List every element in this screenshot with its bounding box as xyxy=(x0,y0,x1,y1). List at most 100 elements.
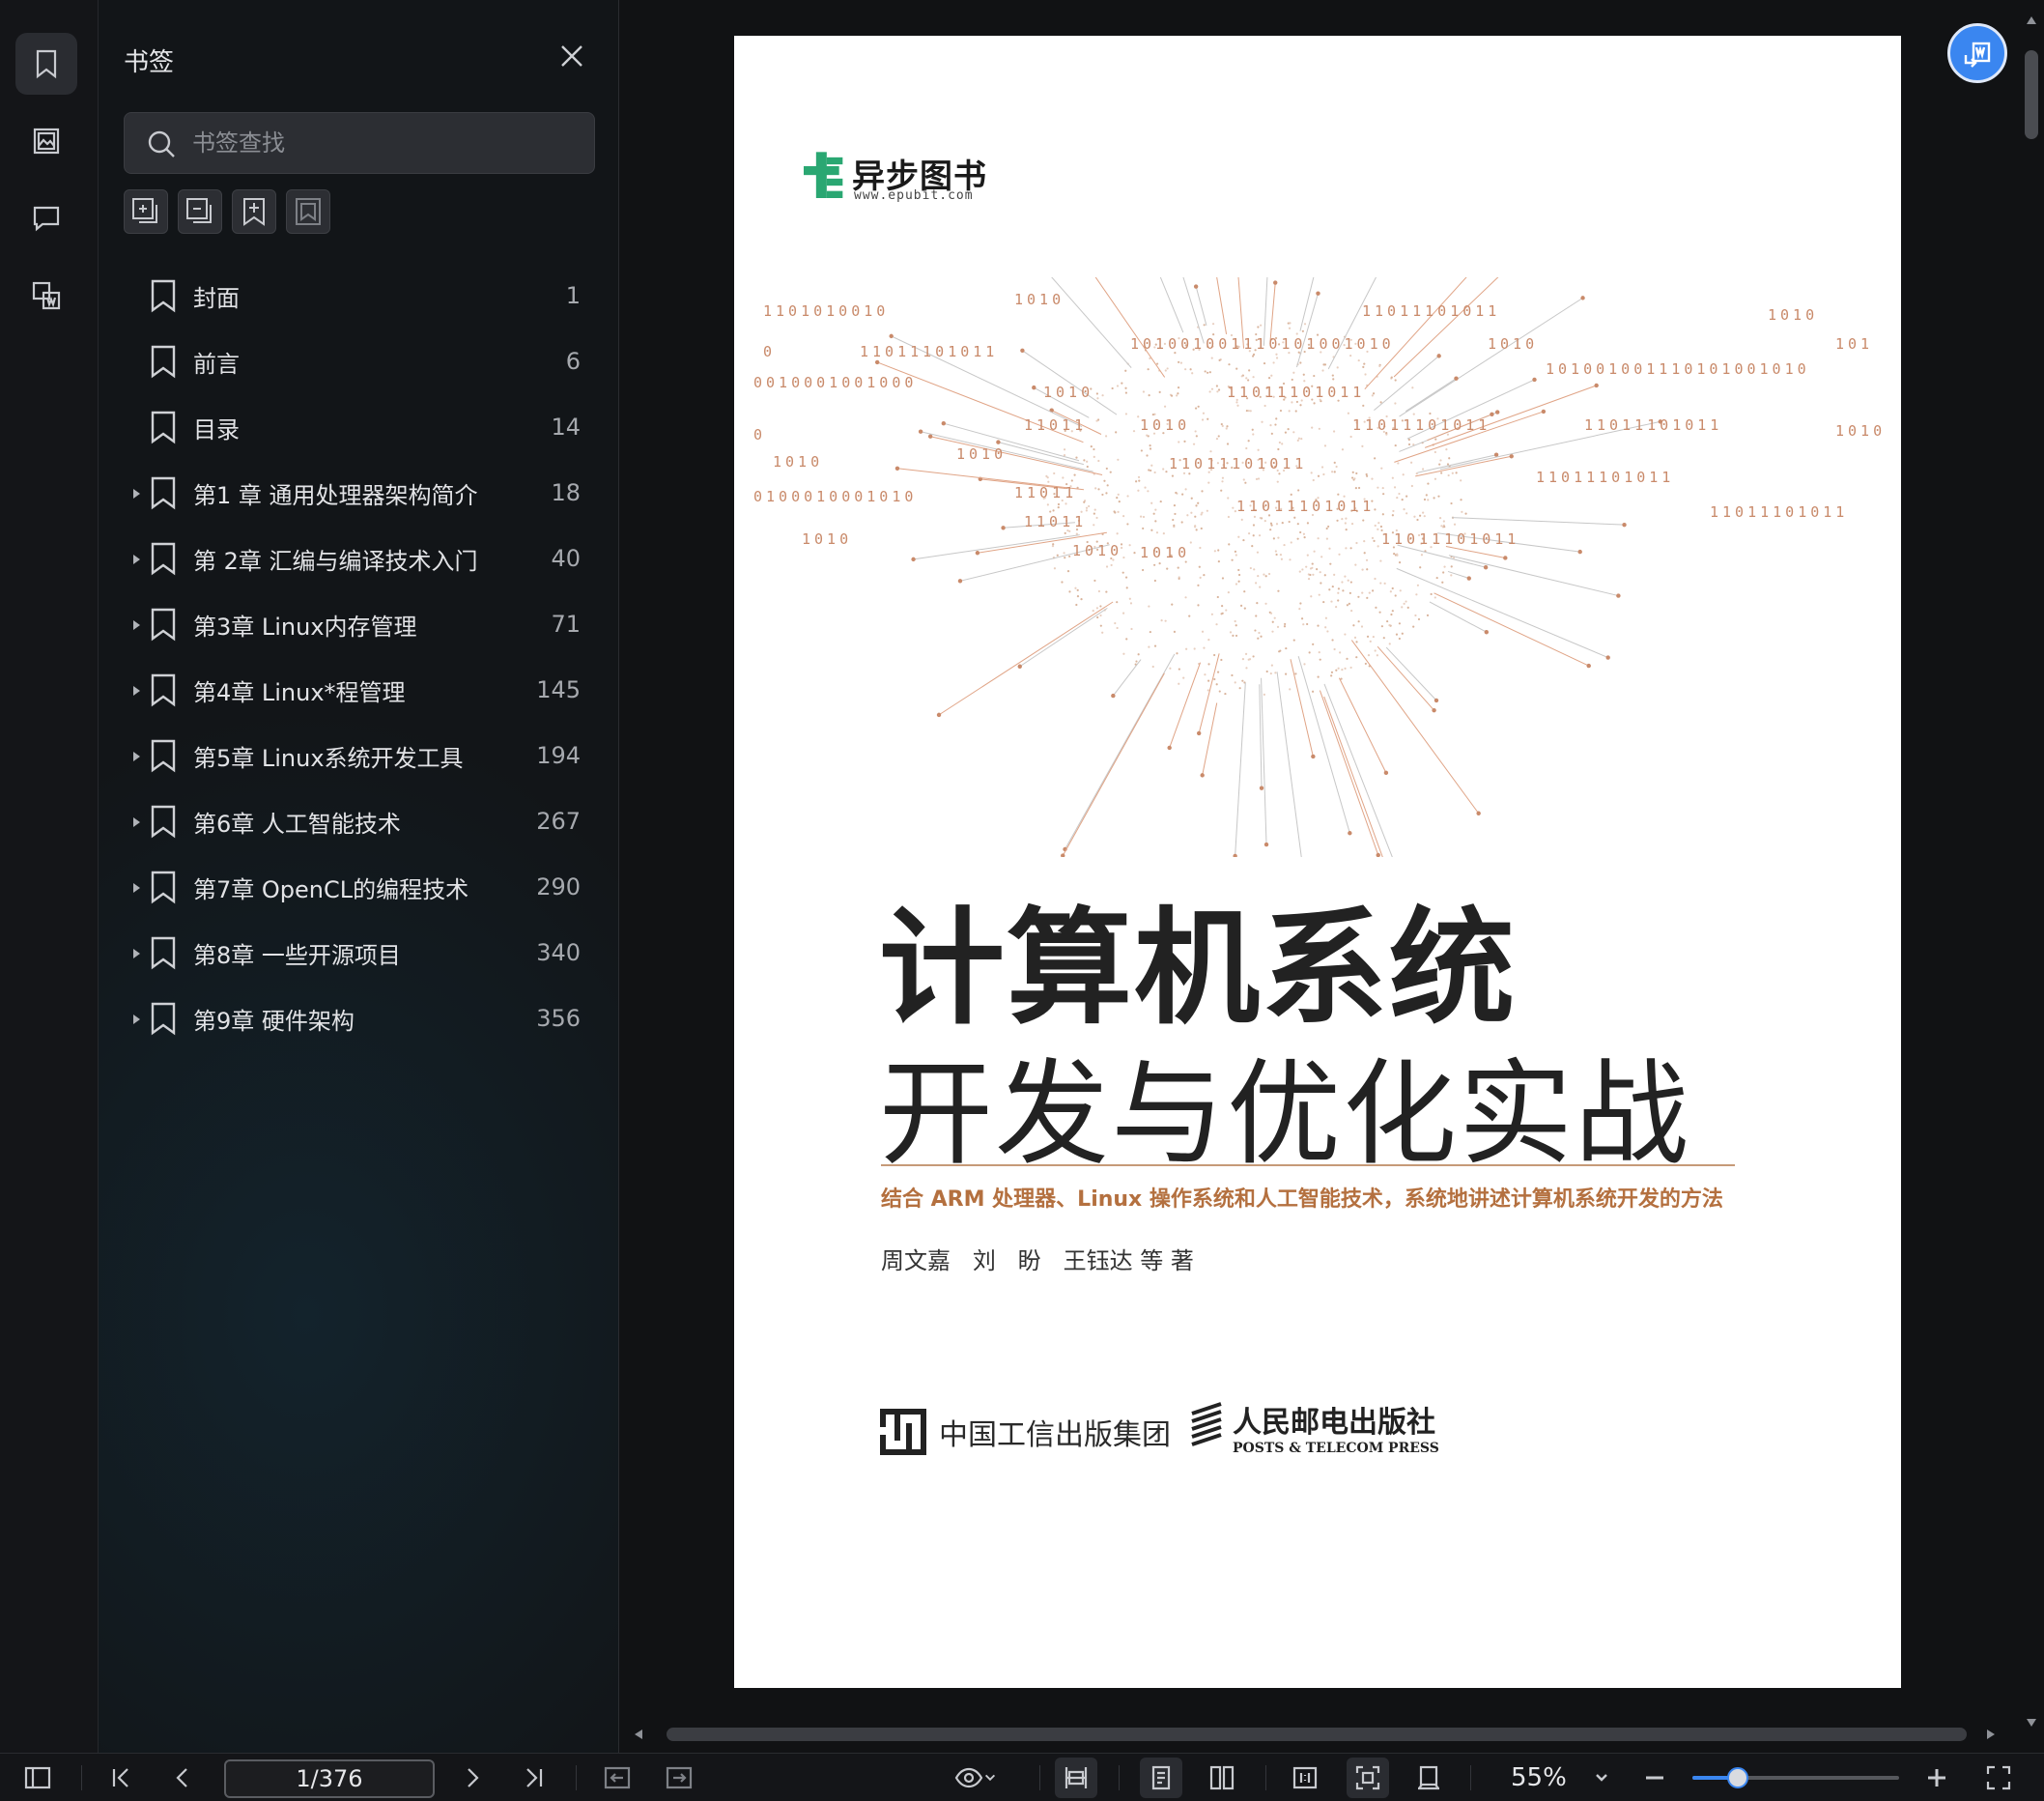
last-page-button[interactable] xyxy=(518,1761,551,1794)
binary-text: 11011 xyxy=(1024,416,1087,434)
expand-arrow-icon[interactable] xyxy=(129,486,143,500)
zoom-slider[interactable] xyxy=(1692,1767,1899,1788)
epubit-logo-icon xyxy=(804,152,843,198)
bookmark-label: 第8章 一些开源项目 xyxy=(193,941,401,969)
pdf-page: 异步图书 www.epubit.com 1101010010 1010 110111… xyxy=(734,36,1901,1688)
bookmark-item[interactable]: 前言 6 xyxy=(99,329,619,394)
expand-arrow-icon[interactable] xyxy=(129,946,143,959)
collapse-all-icon xyxy=(186,198,212,223)
previous-page-button[interactable] xyxy=(166,1761,199,1794)
toolbar-separator xyxy=(1265,1765,1266,1790)
binary-text: 11011101011 xyxy=(1169,455,1307,472)
vertical-scroll-thumb[interactable] xyxy=(2025,50,2038,139)
expand-all-button[interactable] xyxy=(124,189,168,234)
panel-title: 书签 xyxy=(124,48,175,77)
single-page-button[interactable] xyxy=(1140,1758,1182,1798)
title-divider xyxy=(881,1164,1735,1166)
minus-icon xyxy=(1646,1776,1663,1780)
horizontal-scrollbar[interactable] xyxy=(620,1722,2019,1747)
expand-arrow-icon[interactable] xyxy=(129,1012,143,1025)
actual-size-button[interactable] xyxy=(1289,1761,1321,1794)
expand-arrow-icon[interactable] xyxy=(129,749,143,762)
bookmark-page-number: 267 xyxy=(536,808,581,835)
horizontal-scroll-thumb[interactable] xyxy=(667,1728,1967,1741)
bookmark-item[interactable]: 封面 1 xyxy=(99,263,619,329)
fit-page-button[interactable] xyxy=(1347,1758,1389,1798)
binary-text: 1010 xyxy=(1072,542,1122,559)
go-forward-button[interactable] xyxy=(663,1761,696,1794)
document-view[interactable]: 异步图书 www.epubit.com 1101010010 1010 110111… xyxy=(620,0,2044,1753)
expand-arrow-icon[interactable] xyxy=(129,617,143,631)
close-icon xyxy=(561,45,582,67)
zoom-out-button[interactable] xyxy=(1638,1761,1671,1794)
single-page-icon xyxy=(1151,1765,1171,1790)
scroll-right-arrow[interactable] xyxy=(1984,1728,1998,1741)
expand-arrow-icon[interactable] xyxy=(129,815,143,828)
zoom-level-value: 55% xyxy=(1511,1763,1567,1792)
collapse-all-button[interactable] xyxy=(178,189,222,234)
bookmark-label: 第4章 Linux*程管理 xyxy=(193,678,406,706)
bottom-toolbar: 55% xyxy=(0,1753,2044,1801)
bookmark-page-number: 194 xyxy=(536,742,581,769)
chevron-right-icon xyxy=(468,1768,479,1787)
bookmarks-rail-button[interactable] xyxy=(15,33,77,95)
binary-text: 11011 xyxy=(1014,484,1077,501)
binary-text: 11011101011 xyxy=(1584,416,1722,434)
bookmark-label: 目录 xyxy=(193,415,240,443)
bookmark-item[interactable]: 第 2章 汇编与编译技术入门 40 xyxy=(99,526,619,591)
zoom-in-button[interactable] xyxy=(1920,1761,1953,1794)
bookmark-item[interactable]: 第5章 Linux系统开发工具 194 xyxy=(99,723,619,788)
rotate-icon xyxy=(1418,1765,1439,1790)
fullscreen-button[interactable] xyxy=(1982,1761,2015,1794)
go-back-button[interactable] xyxy=(601,1761,634,1794)
bookmark-item[interactable]: 第3章 Linux内存管理 71 xyxy=(99,591,619,657)
scroll-left-arrow[interactable] xyxy=(632,1728,645,1741)
actual-size-icon xyxy=(1292,1766,1318,1789)
zoom-level-select[interactable]: 55% xyxy=(1488,1761,1619,1794)
toolbar-separator xyxy=(1039,1765,1040,1790)
scroll-down-arrow[interactable] xyxy=(2025,1716,2038,1730)
bookmark-page-number: 356 xyxy=(536,1005,581,1032)
vertical-scrollbar[interactable] xyxy=(2019,0,2044,1753)
bookmark-item[interactable]: 第7章 OpenCL的编程技术 290 xyxy=(99,854,619,920)
binary-text: 11011101011 xyxy=(1710,503,1848,521)
expand-arrow-icon[interactable] xyxy=(129,552,143,565)
binary-text: 11011 xyxy=(1024,513,1087,530)
remove-bookmark-button[interactable] xyxy=(286,189,330,234)
close-panel-button[interactable] xyxy=(558,43,585,70)
page-number-input[interactable] xyxy=(224,1759,435,1798)
bookmark-label: 第 2章 汇编与编译技术入门 xyxy=(193,547,478,575)
bookmark-page-number: 290 xyxy=(536,873,581,900)
bookmark-list: 封面 1 前言 6 目录 14 第1 章 通用处理器架构简介 18 第 2章 汇编与编译技术入门… xyxy=(99,263,619,1051)
bookmark-item[interactable]: 目录 14 xyxy=(99,394,619,460)
expand-arrow-icon[interactable] xyxy=(129,880,143,894)
bookmark-page-number: 1 xyxy=(565,282,581,309)
next-page-button[interactable] xyxy=(456,1761,489,1794)
bookmark-item[interactable]: 第4章 Linux*程管理 145 xyxy=(99,657,619,723)
zoom-slider-handle[interactable] xyxy=(1727,1767,1749,1788)
scroll-up-arrow[interactable] xyxy=(2025,14,2038,27)
toggle-sidebar-button[interactable] xyxy=(21,1761,54,1794)
floating-convert-button[interactable] xyxy=(1947,23,2007,83)
expand-arrow-icon[interactable] xyxy=(129,683,143,697)
binary-text: 1010 xyxy=(1014,291,1065,308)
binary-text: 0010001001000 xyxy=(753,374,917,391)
convert-to-word-icon xyxy=(1964,42,1991,68)
rotate-button[interactable] xyxy=(1412,1761,1445,1794)
double-page-button[interactable] xyxy=(1206,1761,1238,1794)
thumbnails-rail-button[interactable] xyxy=(15,110,77,172)
view-mode-dropdown[interactable] xyxy=(951,1761,1001,1794)
bookmark-item[interactable]: 第6章 人工智能技术 267 xyxy=(99,788,619,854)
add-bookmark-button[interactable] xyxy=(232,189,276,234)
first-page-button[interactable] xyxy=(104,1761,137,1794)
bookmark-icon xyxy=(149,607,178,642)
binary-text: 1010 xyxy=(956,445,1007,463)
fit-width-button[interactable] xyxy=(1055,1758,1097,1798)
comments-rail-button[interactable] xyxy=(15,187,77,249)
bookmark-item[interactable]: 第9章 硬件架构 356 xyxy=(99,986,619,1051)
bookmark-icon xyxy=(149,672,178,707)
bookmark-item[interactable]: 第1 章 通用处理器架构简介 18 xyxy=(99,460,619,526)
convert-rail-button[interactable] xyxy=(15,265,77,327)
bookmark-item[interactable]: 第8章 一些开源项目 340 xyxy=(99,920,619,986)
bookmark-search-input[interactable] xyxy=(192,113,579,173)
